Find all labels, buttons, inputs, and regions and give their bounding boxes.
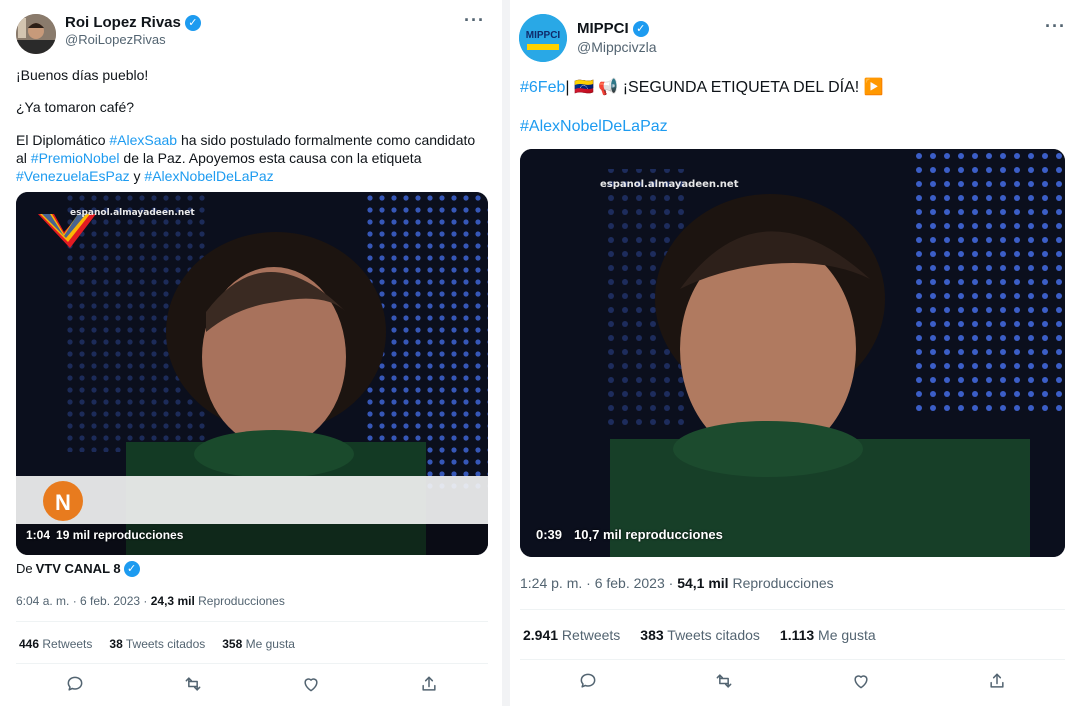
divider (16, 621, 488, 622)
quotes-label: Tweets citados (663, 627, 760, 643)
hashtag-venezuelaespaz[interactable]: #VenezuelaEsPaz (16, 168, 130, 184)
tweet-timestamp: 6:04 a. m. · 6 feb. 2023 · 24,3 mil Repr… (16, 594, 285, 608)
tweet-actions (16, 672, 488, 700)
source-attribution: De VTV CANAL 8 ✓ (16, 561, 140, 578)
like-icon[interactable] (301, 674, 321, 699)
body-text: y (129, 168, 145, 185)
video-info: 0:39 10,7 mil reproducciones (536, 527, 723, 542)
video-player[interactable]: espanol.almayadeen.net 0:39 10,7 mil rep… (520, 149, 1065, 557)
divider (520, 659, 1065, 660)
hashtag-premionobel[interactable]: #PremioNobel (31, 150, 120, 166)
tweet-roi-lopez-rivas: Roi Lopez Rivas ✓ @RoiLopezRivas ··· ¡Bu… (0, 0, 502, 706)
video-duration: 1:04 (26, 528, 51, 542)
quotes-count: 383 (640, 627, 664, 643)
reply-icon[interactable] (65, 674, 85, 699)
reply-icon[interactable] (578, 671, 598, 696)
video-watermark: espanol.almayadeen.net (600, 179, 739, 190)
video-views: 19 mil reproducciones (56, 528, 184, 542)
views-label: Reproducciones (728, 575, 834, 591)
hashtag-alexnobeldelapaz[interactable]: #AlexNobelDeLaPaz (520, 118, 668, 135)
avatar[interactable] (16, 14, 56, 54)
divider (520, 609, 1065, 610)
timestamp-text[interactable]: 1:24 p. m. · 6 feb. 2023 · (520, 575, 677, 591)
video-frame: N (16, 192, 488, 555)
retweets-count: 2.941 (523, 627, 559, 643)
column-divider (502, 0, 510, 706)
avatar-photo (16, 14, 56, 54)
hashtag-alexsaab[interactable]: #AlexSaab (109, 132, 177, 148)
likes-stat[interactable]: 358 Me gusta (222, 637, 295, 651)
author-name[interactable]: Roi Lopez Rivas ✓ (65, 14, 201, 31)
tweet-timestamp: 1:24 p. m. · 6 feb. 2023 · 54,1 mil Repr… (520, 575, 834, 591)
video-info: 1:04 19 mil reproducciones (26, 528, 183, 542)
verified-icon: ✓ (184, 14, 201, 31)
likes-label: Me gusta (242, 637, 295, 651)
retweet-icon[interactable] (714, 671, 734, 696)
tweet-line-2: ¿Ya tomaron café? (16, 99, 135, 115)
svg-text:N: N (55, 490, 71, 515)
hashtag-6feb[interactable]: #6Feb (520, 79, 565, 96)
video-views: 10,7 mil reproducciones (574, 527, 723, 542)
like-icon[interactable] (851, 671, 871, 696)
share-icon[interactable] (987, 671, 1007, 696)
views-label: Reproducciones (194, 594, 285, 608)
tweet-body: El Diplomático #AlexSaab ha sido postula… (16, 131, 486, 186)
tweet-line-1: ¡Buenos días pueblo! (16, 67, 149, 83)
body-text: de la Paz. Apoyemos esta causa con la et… (119, 150, 422, 167)
avatar-text: MIPPCI (526, 30, 561, 41)
more-icon[interactable]: ··· (1045, 16, 1066, 37)
retweets-label: Retweets (558, 627, 621, 643)
verified-icon: ✓ (123, 561, 140, 578)
verified-icon: ✓ (632, 20, 649, 37)
tweet-actions (520, 669, 1065, 697)
retweets-label: Retweets (39, 637, 93, 651)
hashtag-alexnobeldelapaz[interactable]: #AlexNobelDeLaPaz (144, 168, 273, 184)
source-prefix: De (16, 561, 33, 576)
author-handle[interactable]: @Mippcivzla (577, 39, 657, 55)
body-text: El Diplomático (16, 132, 110, 148)
source-name-link[interactable]: VTV CANAL 8 (36, 561, 121, 578)
quotes-label: Tweets citados (122, 637, 206, 651)
author-name-text: Roi Lopez Rivas (65, 14, 181, 31)
share-icon[interactable] (419, 674, 439, 699)
avatar-logo: MIPPCI (519, 14, 567, 62)
author-handle[interactable]: @RoiLopezRivas (65, 32, 166, 47)
tweet-stats: 446 Retweets 38 Tweets citados 358 Me gu… (19, 637, 295, 651)
likes-count: 1.113 (779, 627, 815, 643)
more-icon[interactable]: ··· (464, 10, 485, 31)
likes-count: 358 (222, 637, 243, 651)
quotes-count: 38 (109, 637, 123, 651)
timestamp-text[interactable]: 6:04 a. m. · 6 feb. 2023 · (16, 594, 151, 608)
retweets-count: 446 (19, 637, 40, 651)
video-duration: 0:39 (536, 527, 563, 542)
video-frame (520, 149, 1065, 557)
tweet-line-1-text: | 🇻🇪 📢 ¡SEGUNDA ETIQUETA DEL DÍA! ▶️ (565, 79, 884, 96)
quotes-stat[interactable]: 38 Tweets citados (109, 637, 205, 651)
divider (16, 663, 488, 664)
author-name[interactable]: MIPPCI ✓ (577, 20, 649, 37)
video-player[interactable]: N espanol.almayadeen.net 1:04 19 mil rep… (16, 192, 488, 555)
tweet-line-2: #AlexNobelDeLaPaz (520, 117, 668, 138)
views-count: 24,3 mil (150, 594, 195, 608)
likes-label: Me gusta (814, 627, 876, 643)
tweet-line-1: #6Feb| 🇻🇪 📢 ¡SEGUNDA ETIQUETA DEL DÍA! ▶… (520, 78, 884, 99)
retweet-icon[interactable] (183, 674, 203, 699)
retweets-stat[interactable]: 2.941 Retweets (523, 627, 620, 643)
likes-stat[interactable]: 1.113 Me gusta (780, 627, 876, 643)
retweets-stat[interactable]: 446 Retweets (19, 637, 92, 651)
quotes-stat[interactable]: 383 Tweets citados (640, 627, 760, 643)
author-name-text: MIPPCI (577, 20, 629, 37)
tweet-mippci: MIPPCI MIPPCI ✓ @Mippcivzla ··· #6Feb| 🇻… (510, 0, 1080, 706)
views-count: 54,1 mil (677, 575, 729, 591)
tweet-stats: 2.941 Retweets 383 Tweets citados 1.113 … (523, 627, 876, 643)
video-watermark: espanol.almayadeen.net (70, 208, 195, 218)
avatar[interactable]: MIPPCI (519, 14, 567, 62)
